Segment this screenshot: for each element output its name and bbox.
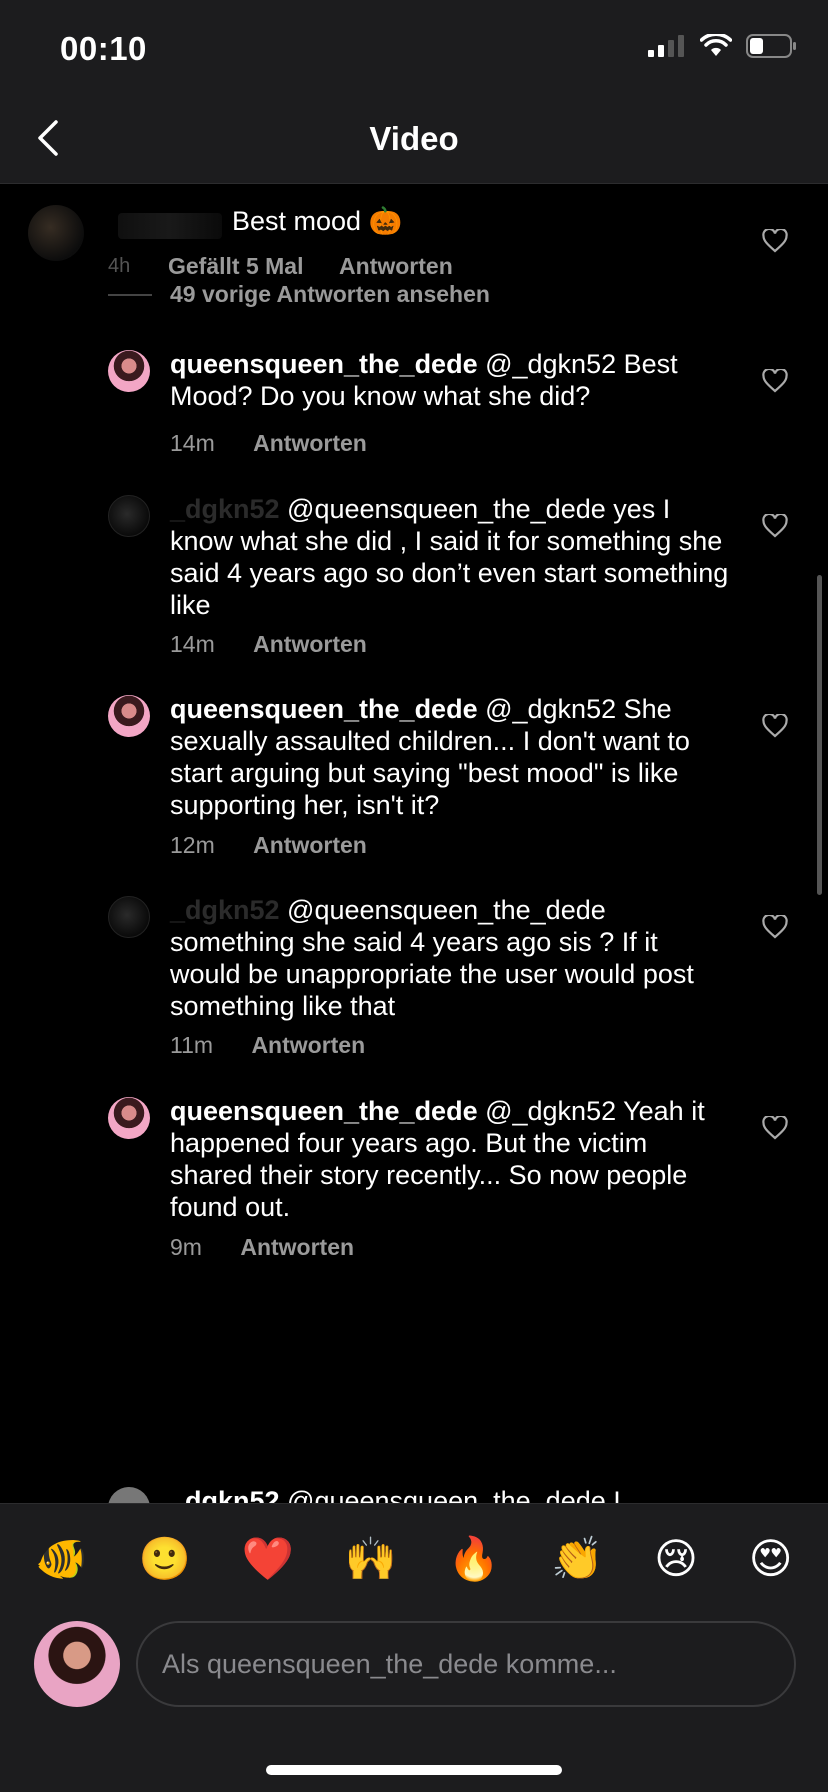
clap-emoji-button[interactable]: 👏 bbox=[551, 1534, 603, 1584]
reply-text-block: queensqueen_the_dede @_dgkn52 She sexual… bbox=[170, 693, 730, 821]
wifi-icon bbox=[700, 34, 732, 56]
battery-icon bbox=[746, 34, 796, 58]
heart-icon[interactable] bbox=[762, 915, 788, 939]
avatar[interactable] bbox=[108, 695, 150, 737]
fire-emoji-button[interactable]: 🔥 bbox=[448, 1534, 500, 1584]
fish-emoji-button[interactable]: 🐠 bbox=[35, 1534, 87, 1584]
comment-composer: Als queensqueen_the_dede komme... bbox=[0, 1613, 828, 1792]
signal-icon bbox=[648, 35, 684, 57]
scrollbar[interactable] bbox=[817, 575, 822, 895]
reply-button[interactable]: Antworten bbox=[253, 832, 367, 858]
parent-comment: Best mood 🎃 4h Gefällt 5 Mal Antworten bbox=[0, 185, 828, 295]
reply-button[interactable]: Antworten bbox=[253, 631, 367, 657]
reply-button[interactable]: Antworten bbox=[339, 253, 453, 279]
divider bbox=[108, 293, 152, 296]
avatar[interactable] bbox=[108, 350, 150, 392]
reply-time: 12m bbox=[170, 832, 215, 858]
reply-time: 14m bbox=[170, 430, 215, 456]
reply-text-block: queensqueen_the_dede @_dgkn52 Best Mood?… bbox=[170, 348, 730, 412]
heart-icon[interactable] bbox=[762, 1116, 788, 1140]
page-title: Video bbox=[369, 120, 459, 157]
reply-button[interactable]: Antworten bbox=[251, 1032, 365, 1058]
reply-button[interactable]: Antworten bbox=[240, 1234, 354, 1260]
view-replies-label: 49 vorige Antworten ansehen bbox=[170, 281, 490, 307]
status-icons bbox=[648, 34, 798, 58]
smile-emoji-button[interactable]: 🙂 bbox=[139, 1534, 191, 1584]
home-indicator bbox=[266, 1765, 562, 1775]
reply-username[interactable]: _dgkn52 bbox=[170, 494, 280, 524]
reply-time: 11m bbox=[170, 1032, 214, 1058]
reply-text: @queensqueen_the_dede I bbox=[279, 1486, 621, 1503]
heart-eyes-emoji-button[interactable]: 😍 bbox=[749, 1534, 793, 1583]
heart-emoji-button[interactable]: ❤️ bbox=[242, 1534, 294, 1584]
raised-hands-emoji-button[interactable]: 🙌 bbox=[345, 1534, 397, 1584]
status-bar: 00:10 bbox=[0, 0, 828, 100]
reply-username[interactable]: queensqueen_the_dede bbox=[170, 349, 478, 379]
reply-username[interactable]: _dgkn52 bbox=[170, 895, 280, 925]
reply-meta: 14m Antworten bbox=[170, 430, 367, 457]
reply-meta: 14m Antworten bbox=[170, 631, 367, 658]
reply-button[interactable]: Antworten bbox=[253, 430, 367, 456]
reply-meta: 11m Antworten bbox=[170, 1032, 365, 1059]
comments-list[interactable]: Best mood 🎃 4h Gefällt 5 Mal Antworten 4… bbox=[0, 185, 828, 1503]
comment-text: Best mood 🎃 bbox=[232, 206, 403, 236]
comment-input-placeholder: Als queensqueen_the_dede komme... bbox=[162, 1648, 617, 1679]
comment-input[interactable]: Als queensqueen_the_dede komme... bbox=[136, 1621, 796, 1707]
heart-icon[interactable] bbox=[762, 714, 788, 738]
emoji-quick-bar: 🐠 🙂 ❤️ 🙌 🔥 👏 😢 😍 bbox=[0, 1503, 828, 1613]
heart-icon[interactable] bbox=[762, 514, 788, 538]
reply-username[interactable]: _dgkn52 bbox=[170, 1486, 280, 1503]
view-previous-replies[interactable]: 49 vorige Antworten ansehen bbox=[108, 281, 490, 308]
avatar[interactable] bbox=[28, 205, 84, 261]
reply-text-block: _dgkn52 @queensqueen_the_dede I bbox=[170, 1485, 730, 1503]
heart-icon[interactable] bbox=[762, 369, 788, 393]
avatar[interactable] bbox=[108, 1487, 150, 1503]
comment-time: 4h bbox=[108, 255, 131, 277]
reply-username[interactable]: queensqueen_the_dede bbox=[170, 694, 478, 724]
user-avatar bbox=[34, 1621, 120, 1707]
nav-bar: Video bbox=[0, 100, 828, 184]
reply-text-block: _dgkn52 @queensqueen_the_dede yes I know… bbox=[170, 493, 730, 621]
heart-icon[interactable] bbox=[762, 229, 788, 253]
crying-emoji-button[interactable]: 😢 bbox=[654, 1534, 698, 1583]
reply-meta: 9m Antworten bbox=[170, 1234, 354, 1261]
reply-username[interactable]: queensqueen_the_dede bbox=[170, 1096, 478, 1126]
reply-time: 9m bbox=[170, 1234, 202, 1260]
comment-meta: Gefällt 5 Mal Antworten bbox=[168, 253, 483, 280]
status-time: 00:10 bbox=[60, 30, 147, 67]
like-count[interactable]: Gefällt 5 Mal bbox=[168, 253, 303, 279]
avatar[interactable] bbox=[108, 495, 150, 537]
avatar[interactable] bbox=[108, 1097, 150, 1139]
avatar[interactable] bbox=[108, 896, 150, 938]
reply-meta: 12m Antworten bbox=[170, 832, 367, 859]
reply-text-block: _dgkn52 @queensqueen_the_dede something … bbox=[170, 894, 730, 1022]
comment-username-obscured bbox=[108, 205, 228, 245]
reply-text-block: queensqueen_the_dede @_dgkn52 Yeah it ha… bbox=[170, 1095, 730, 1223]
reply-time: 14m bbox=[170, 631, 215, 657]
